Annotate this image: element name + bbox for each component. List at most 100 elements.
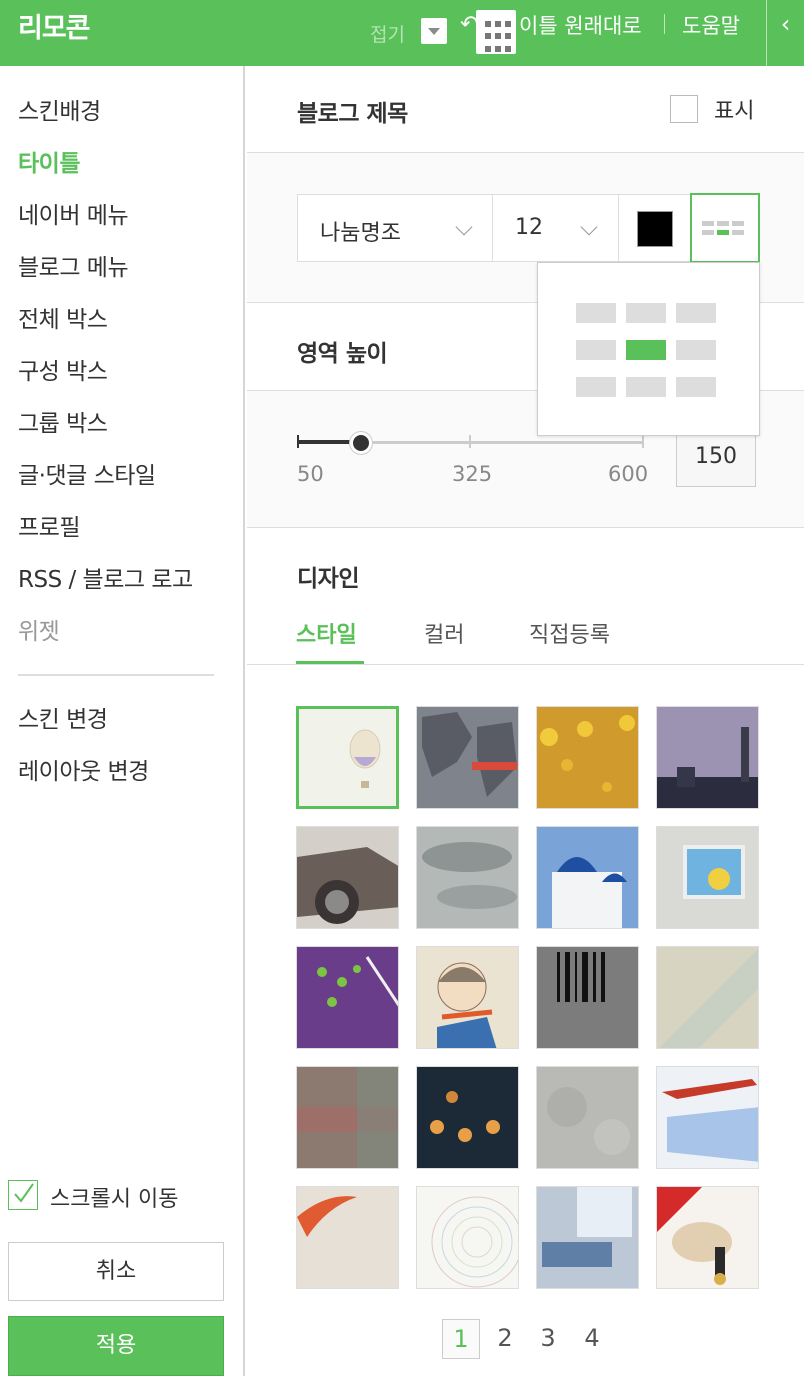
design-thumb-barcode[interactable]: [536, 946, 639, 1049]
dotted-map-image: [422, 712, 517, 797]
clouds-image: [422, 842, 517, 909]
sidebar-divider: [18, 674, 214, 676]
align-middle-right-option[interactable]: [676, 340, 716, 360]
height-value-input[interactable]: 150: [676, 427, 756, 487]
align-top-right-option[interactable]: [676, 303, 716, 323]
design-thumb-pastel-stripes[interactable]: [656, 946, 759, 1049]
design-heading: 디자인: [297, 566, 359, 592]
sidebar-item-post-comment-style[interactable]: 글·댓글 스타일: [18, 456, 156, 490]
design-thumb-santorini[interactable]: [536, 826, 639, 929]
check-icon: [14, 1183, 34, 1203]
design-thumb-world-map[interactable]: [416, 706, 519, 809]
slider-tick: [297, 435, 299, 448]
sidebar-item-widget[interactable]: 위젯: [18, 612, 60, 646]
design-thumb-blur[interactable]: [296, 1066, 399, 1169]
font-size-select[interactable]: 12: [492, 194, 619, 262]
design-thumb-red-stroke[interactable]: [296, 1186, 399, 1289]
design-thumb-airplane[interactable]: [656, 1066, 759, 1169]
sidebar-item-blog-menu[interactable]: 블로그 메뉴: [18, 248, 129, 282]
show-title-checkbox[interactable]: [670, 95, 698, 123]
cow-figure-image: [657, 1187, 732, 1285]
font-family-value: 나눔명조: [320, 221, 401, 246]
car-wheel-image: [297, 847, 398, 924]
fold-dropdown-icon[interactable]: [421, 18, 447, 44]
living-room-image: [542, 1187, 632, 1267]
font-color-swatch: [637, 211, 673, 247]
reset-title-button[interactable]: 이틀 원래대로: [519, 10, 642, 40]
design-thumb-boy[interactable]: [416, 946, 519, 1049]
concentric-circles-image: [431, 1196, 518, 1288]
sidebar-item-skin-background[interactable]: 스킨배경: [18, 92, 101, 126]
apply-button[interactable]: 적용: [8, 1316, 224, 1376]
duck-picture-image: [683, 845, 745, 899]
boy-illustration-image: [437, 962, 497, 1048]
sidebar-item-profile[interactable]: 프로필: [18, 508, 80, 542]
alignment-button[interactable]: [690, 193, 760, 263]
design-thumb-duck[interactable]: [656, 826, 759, 929]
bokeh-lights-image: [540, 715, 635, 792]
fold-button[interactable]: 접기: [370, 20, 405, 47]
design-thumb-cow[interactable]: [656, 1186, 759, 1289]
alignment-options: [576, 303, 716, 397]
santorini-domes-image: [552, 857, 627, 928]
top-bar: 리모콘 접기 ↶ 이틀 원래대로 도움말 ‹: [0, 0, 804, 66]
pastel-diagonal-image: [659, 949, 758, 1048]
design-thumb-clouds[interactable]: [416, 826, 519, 929]
design-thumb-living-room[interactable]: [536, 1186, 639, 1289]
design-thumb-circles[interactable]: [416, 1186, 519, 1289]
align-top-center-option[interactable]: [626, 303, 666, 323]
settings-panel: 블로그 제목 표시 나눔명조 12 영역 높이 50 325 600 150 디…: [247, 66, 804, 1376]
app-title: 리모콘: [18, 13, 91, 44]
sidebar-item-group-box[interactable]: 그룹 박스: [18, 404, 108, 438]
concrete-texture-image: [537, 1067, 638, 1168]
font-family-select[interactable]: 나눔명조: [297, 194, 493, 262]
slider-min-label: 50: [297, 462, 324, 486]
page-1-button[interactable]: 1: [442, 1319, 480, 1359]
show-title-label: 표시: [714, 99, 755, 124]
tab-color[interactable]: 컬러: [424, 617, 464, 649]
align-middle-left-option[interactable]: [576, 340, 616, 360]
header-divider: [664, 14, 665, 34]
help-button[interactable]: 도움말: [682, 10, 740, 40]
design-thumb-bokeh[interactable]: [536, 706, 639, 809]
sidebar-item-component-box[interactable]: 구성 박스: [18, 352, 108, 386]
grid-menu-icon[interactable]: [476, 10, 516, 54]
align-bottom-center-option[interactable]: [626, 377, 666, 397]
slider-tick: [469, 435, 471, 448]
tab-style[interactable]: 스타일: [296, 617, 357, 649]
page-4-button[interactable]: 4: [573, 1319, 611, 1359]
design-thumb-car[interactable]: [296, 826, 399, 929]
design-thumb-leaves[interactable]: [296, 946, 399, 1049]
design-thumb-concrete[interactable]: [536, 1066, 639, 1169]
sidebar-item-change-skin[interactable]: 스킨 변경: [18, 700, 108, 734]
design-thumb-balloon[interactable]: [296, 706, 399, 809]
sidebar-item-rss-logo[interactable]: RSS / 블로그 로고: [18, 560, 193, 594]
sidebar-item-title[interactable]: 타이틀: [18, 144, 80, 178]
align-bottom-right-option[interactable]: [676, 377, 716, 397]
font-size-value: 12: [515, 215, 543, 240]
chevron-down-icon: [455, 218, 473, 236]
sidebar-item-change-layout[interactable]: 레이아웃 변경: [18, 752, 149, 786]
sidebar-item-naver-menu[interactable]: 네이버 메뉴: [18, 196, 129, 230]
slider-mid-label: 325: [452, 462, 493, 486]
airplane-image: [662, 1079, 758, 1162]
red-brush-image: [297, 1196, 357, 1237]
align-top-left-option[interactable]: [576, 303, 616, 323]
page-3-button[interactable]: 3: [529, 1319, 567, 1359]
blog-title-heading: 블로그 제목: [297, 101, 408, 127]
scroll-follow-checkbox[interactable]: [8, 1180, 38, 1210]
barcode-image: [557, 952, 605, 1002]
align-bottom-left-option[interactable]: [576, 377, 616, 397]
area-height-heading: 영역 높이: [297, 341, 388, 367]
collapse-panel-icon[interactable]: ‹: [766, 0, 804, 66]
cancel-button[interactable]: 취소: [8, 1242, 224, 1301]
tab-custom-upload[interactable]: 직접등록: [529, 617, 610, 649]
design-thumb-city-night[interactable]: [656, 706, 759, 809]
design-thumb-candles[interactable]: [416, 1066, 519, 1169]
page-2-button[interactable]: 2: [486, 1319, 524, 1359]
height-slider-thumb[interactable]: [350, 432, 372, 454]
sidebar-item-whole-box[interactable]: 전체 박스: [18, 300, 108, 334]
align-center-option[interactable]: [626, 340, 666, 360]
green-leaves-image: [317, 956, 398, 1007]
font-color-picker[interactable]: [618, 194, 691, 262]
